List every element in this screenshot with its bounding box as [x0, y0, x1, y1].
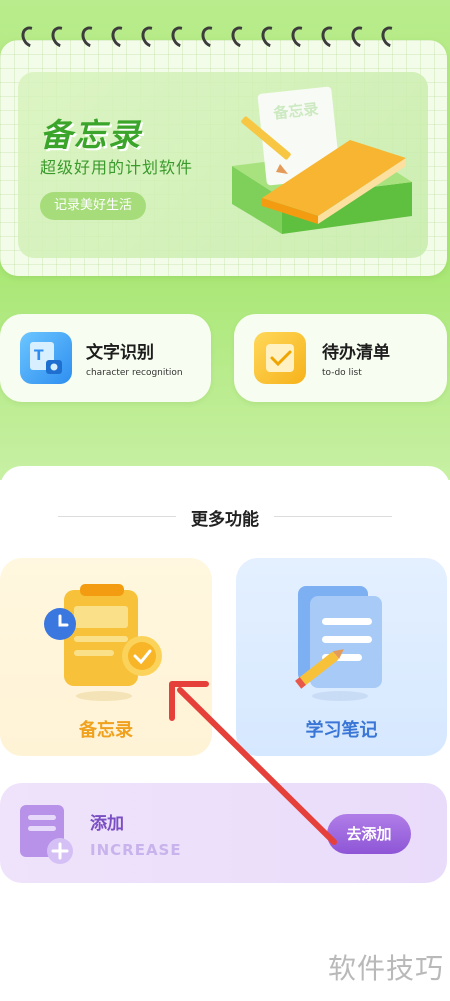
- ring-icon: [257, 22, 285, 52]
- ring-icon: [317, 22, 345, 52]
- tool-title: 文字识别: [86, 343, 154, 363]
- feature-label-study-notes: 学习笔记: [305, 720, 378, 741]
- hero-subtitle: 超级好用的计划软件: [40, 158, 194, 177]
- go-add-button[interactable]: 去添加: [327, 814, 411, 854]
- memo-clipboard-icon: [44, 584, 162, 701]
- notebook-rings: [17, 22, 422, 56]
- ring-icon: [197, 22, 225, 52]
- todo-list-icon: [254, 332, 306, 384]
- tool-title: 待办清单: [322, 343, 390, 363]
- notebook-box-illustration: 备忘录: [232, 86, 412, 234]
- text-recognition-icon: T: [20, 332, 72, 384]
- hero-title: 备忘录: [40, 116, 143, 154]
- svg-text:T: T: [34, 348, 44, 364]
- tool-subtitle: to-do list: [322, 368, 362, 378]
- tool-subtitle: character recognition: [86, 368, 183, 378]
- ring-icon: [377, 22, 405, 52]
- feature-label-memo: 备忘录: [79, 720, 133, 741]
- add-subtitle: INCREASE: [90, 841, 182, 859]
- add-title: 添加: [90, 814, 124, 834]
- record-life-button[interactable]: 记录美好生活: [40, 192, 147, 220]
- text-recognition-card[interactable]: T 文字识别 character recognition: [0, 314, 211, 402]
- ring-icon: [347, 22, 375, 52]
- ring-icon: [17, 22, 45, 52]
- study-notes-icon: [295, 586, 382, 701]
- watermark-text: 软件技巧: [327, 952, 444, 985]
- ring-icon: [227, 22, 255, 52]
- ring-icon: [107, 22, 135, 52]
- section-title: 更多功能: [191, 510, 259, 530]
- ring-icon: [77, 22, 105, 52]
- add-note-icon: [20, 805, 73, 864]
- ring-icon: [287, 22, 315, 52]
- ring-icon: [47, 22, 75, 52]
- ring-icon: [167, 22, 195, 52]
- ring-icon: [137, 22, 165, 52]
- todo-list-card[interactable]: 待办清单 to-do list: [234, 314, 447, 402]
